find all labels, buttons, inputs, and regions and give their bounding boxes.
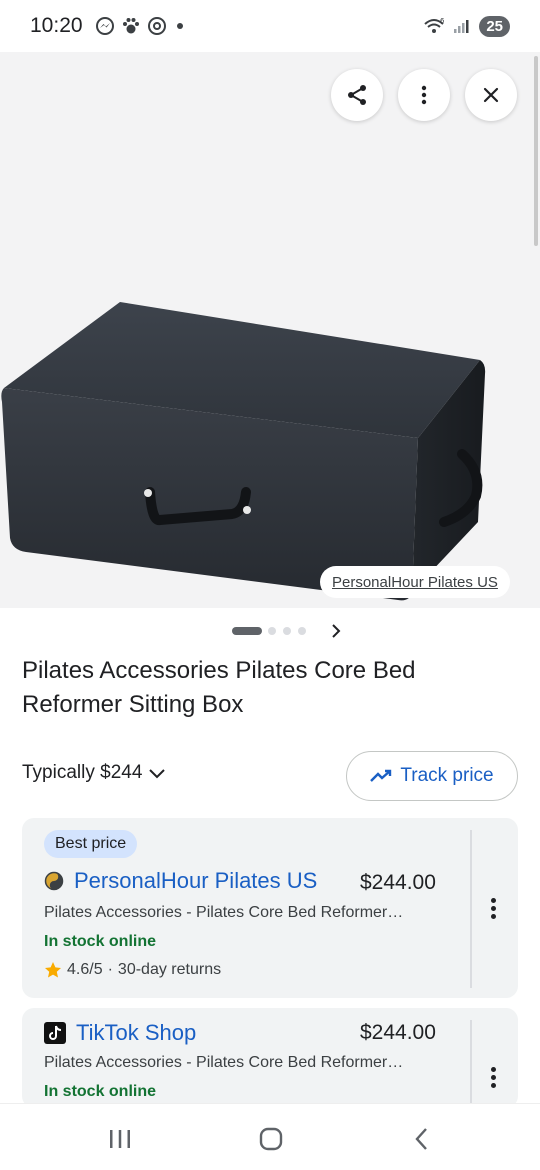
back-icon [415,1128,427,1150]
more-options-button[interactable] [398,69,450,121]
status-bar: 10:20 6 25 [0,0,540,52]
best-price-badge: Best price [44,830,138,858]
tiktok-logo-icon [44,1022,66,1044]
personalhour-logo-icon [44,871,64,891]
sitting-box-image [1,302,486,601]
battery-icon: 25 [479,15,510,37]
paw-icon [122,18,139,34]
seller-name-link[interactable]: PersonalHour Pilates US [74,868,317,894]
trending-up-icon [370,769,392,782]
carousel-dot[interactable] [283,627,291,635]
home-icon [259,1127,283,1151]
threads-icon [147,17,166,35]
offer-price: $244.00 [360,1021,436,1044]
signal-icon [454,20,469,33]
rating-value: 4.6/5 [67,961,103,978]
share-icon [348,85,366,105]
product-title: Pilates Accessories Pilates Core Bed Ref… [22,657,416,718]
status-time: 10:20 [30,14,83,37]
chevron-right-icon[interactable] [330,623,342,639]
track-price-label: Track price [400,765,494,786]
image-scrollbar[interactable] [534,56,538,246]
offer-card[interactable]: Best price PersonalHour Pilates US $244.… [22,818,518,998]
carousel-dot-active[interactable] [232,627,262,635]
close-icon [483,87,499,103]
recents-icon [110,1130,130,1148]
product-image[interactable]: PersonalHour Pilates US [0,52,540,608]
seller-row[interactable]: TikTok Shop [44,1020,196,1046]
close-button[interactable] [465,69,517,121]
seller-name-link[interactable]: TikTok Shop [76,1020,196,1046]
offer-price: $244.00 [360,871,436,894]
image-carousel-indicator [0,620,540,642]
offer-description: Pilates Accessories - Pilates Core Bed R… [44,904,404,921]
chevron-down-icon [149,769,166,779]
separator: · [107,961,113,978]
system-icons: 6 25 [423,15,510,37]
card-divider [470,830,472,988]
offer-description: Pilates Accessories - Pilates Core Bed R… [44,1054,404,1071]
image-source-link[interactable]: PersonalHour Pilates US [320,566,510,598]
carousel-dot[interactable] [298,627,306,635]
stock-status: In stock online [44,1083,157,1100]
messenger-icon [95,17,114,35]
share-button[interactable] [331,69,383,121]
seller-row[interactable]: PersonalHour Pilates US [44,868,317,894]
track-price-button[interactable]: Track price [346,751,518,801]
typical-price-label: Typically $244 [22,762,143,783]
home-button[interactable] [251,1124,291,1154]
rating-row: 4.6/5 · 30-day returns [44,961,221,979]
notification-icons [95,16,183,36]
offer-more-button[interactable] [484,1062,502,1092]
star-icon [45,962,61,978]
back-button[interactable] [402,1124,442,1154]
wifi-icon: 6 [424,17,445,33]
card-divider [470,1020,472,1108]
more-vert-icon [421,85,427,105]
carousel-dot[interactable] [268,627,276,635]
recents-button[interactable] [100,1124,140,1154]
offer-more-button[interactable] [484,893,502,923]
returns-policy: 30-day returns [117,961,222,978]
page: 10:20 6 25 PersonalHour Pilates US Pilat… [0,0,540,1170]
svg-text:6: 6 [440,17,445,25]
dot-icon [176,23,183,29]
typical-price-toggle[interactable]: Typically $244 [22,762,166,784]
system-nav-bar [0,1103,540,1170]
stock-status: In stock online [44,933,157,950]
offer-card[interactable]: TikTok Shop $244.00 Pilates Accessories … [22,1008,518,1108]
